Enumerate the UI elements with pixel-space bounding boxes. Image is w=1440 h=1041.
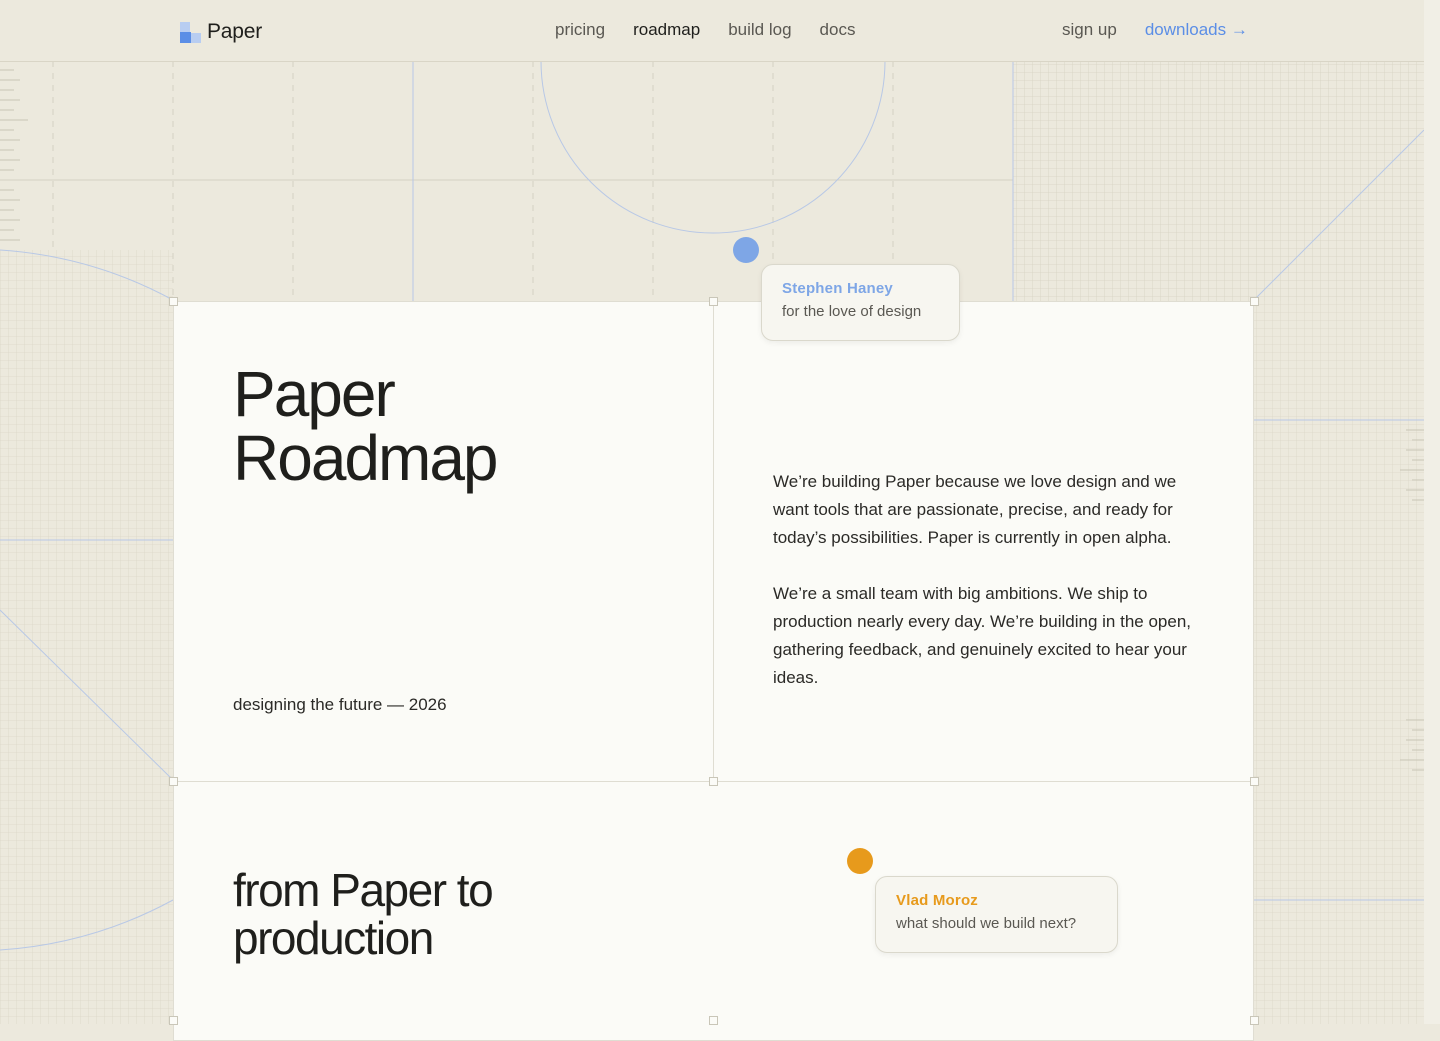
- page-title-line2: Roadmap: [233, 422, 498, 494]
- sign-up-link[interactable]: sign up: [1062, 20, 1117, 40]
- page-title: Paper Roadmap: [233, 358, 498, 494]
- section-title-line2: production: [233, 912, 434, 964]
- selection-handle[interactable]: [1250, 297, 1259, 306]
- section-title-line1: from Paper to: [233, 864, 494, 916]
- main-nav: pricing roadmap build log docs: [555, 20, 855, 40]
- hero-tagline: designing the future — 2026: [233, 695, 447, 714]
- intro-paragraph-2: We’re a small team with big ambitions. W…: [773, 584, 1192, 687]
- nav-docs[interactable]: docs: [820, 20, 856, 40]
- comment-bubble-vlad[interactable]: Vlad Moroz what should we build next?: [875, 876, 1118, 953]
- logo-text: Paper: [207, 20, 263, 43]
- comment-bubble-stephen[interactable]: Stephen Haney for the love of design: [761, 264, 960, 341]
- selection-handle[interactable]: [169, 777, 178, 786]
- comment-author: Stephen Haney: [782, 280, 893, 297]
- header-actions: sign up downloads →: [1062, 20, 1248, 40]
- page-title-line1: Paper: [233, 358, 396, 430]
- paper-logo-icon: [180, 21, 201, 43]
- cursor-dot-stephen: [733, 237, 759, 263]
- selection-handle[interactable]: [709, 297, 718, 306]
- intro-paragraph-1: We’re building Paper because we love des…: [773, 472, 1177, 547]
- selection-handle[interactable]: [1250, 777, 1259, 786]
- section-title: from Paper to production: [233, 864, 494, 964]
- downloads-link[interactable]: downloads →: [1145, 20, 1248, 40]
- selection-handle[interactable]: [169, 297, 178, 306]
- logo[interactable]: Paper: [180, 20, 262, 44]
- intro-text: We’re building Paper because we love des…: [773, 468, 1198, 720]
- nav-pricing[interactable]: pricing: [555, 20, 605, 40]
- comment-message: what should we build next?: [896, 915, 1077, 932]
- selection-handle[interactable]: [709, 777, 718, 786]
- comment-message: for the love of design: [782, 303, 922, 320]
- cursor-dot-vlad: [847, 848, 873, 874]
- nav-build-log[interactable]: build log: [728, 20, 791, 40]
- comment-author: Vlad Moroz: [896, 892, 979, 909]
- site-header: Paper pricing roadmap build log docs sig…: [0, 0, 1424, 62]
- nav-roadmap[interactable]: roadmap: [633, 20, 700, 40]
